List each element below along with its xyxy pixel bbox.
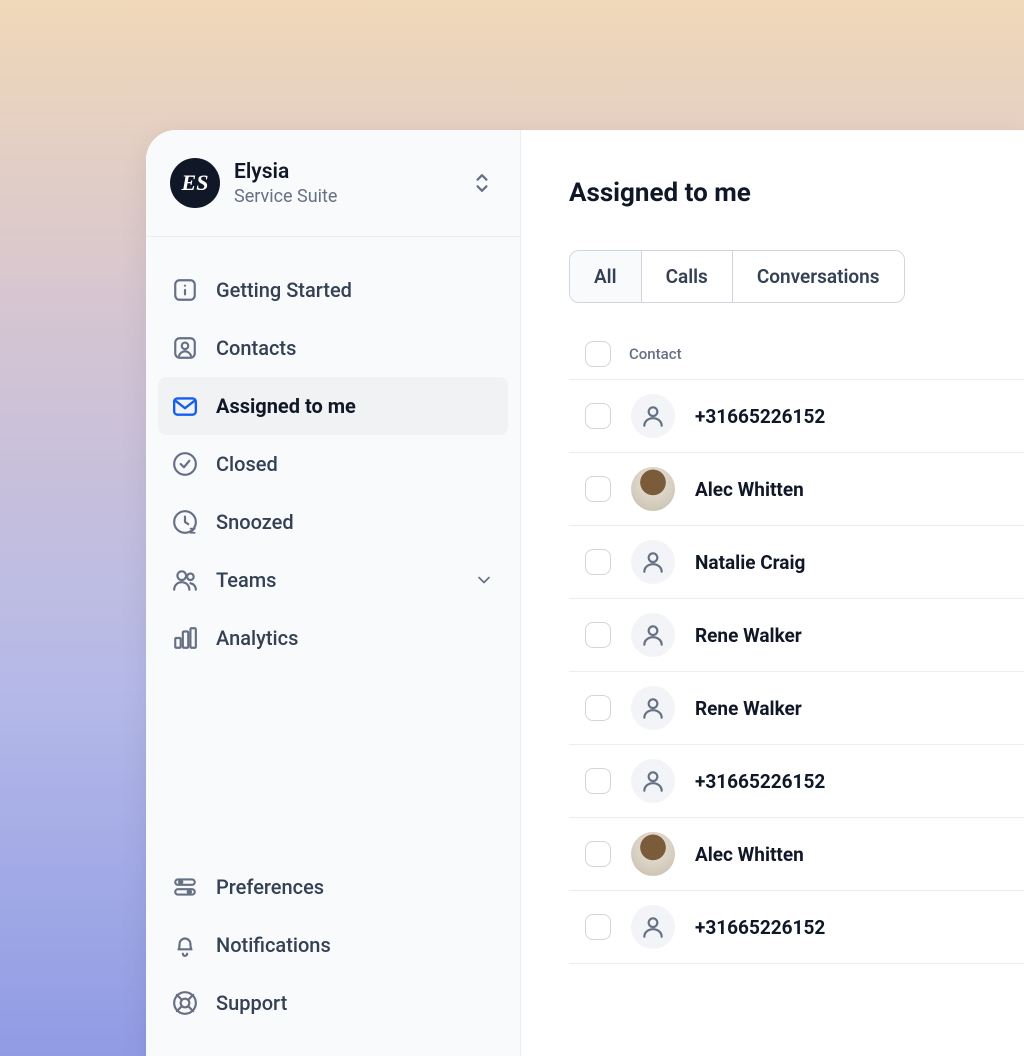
lifebuoy-icon (172, 990, 198, 1016)
user-icon (640, 622, 666, 648)
contact-name: Natalie Craig (695, 551, 805, 574)
row-checkbox[interactable] (585, 476, 611, 502)
sidebar-item-label: Snoozed (216, 510, 294, 534)
avatar-photo (631, 832, 675, 876)
workspace-switcher[interactable]: ES Elysia Service Suite (146, 130, 520, 237)
sidebar-item-notifications[interactable]: Notifications (158, 916, 508, 974)
workspace-meta: Elysia Service Suite (234, 160, 454, 207)
user-icon (640, 768, 666, 794)
sidebar-item-label: Assigned to me (216, 394, 356, 418)
check-circle-icon (172, 451, 198, 477)
table-row[interactable]: Alec Whitten (569, 818, 1024, 891)
sidebar-item-closed[interactable]: Closed (158, 435, 508, 493)
table-header-row: Contact (569, 329, 1024, 380)
column-header-contact: Contact (629, 345, 682, 363)
contact-name: Rene Walker (695, 697, 802, 720)
bell-icon (172, 932, 198, 958)
chevron-down-icon (474, 570, 494, 590)
table-row[interactable]: +31665226152 (569, 745, 1024, 818)
avatar-generic (631, 759, 675, 803)
sidebar-item-label: Closed (216, 452, 278, 476)
sidebar-item-preferences[interactable]: Preferences (158, 858, 508, 916)
sidebar-item-analytics[interactable]: Analytics (158, 609, 508, 667)
filter-tabs: All Calls Conversations (569, 250, 905, 303)
table-row[interactable]: +31665226152 (569, 891, 1024, 964)
sidebar-item-teams[interactable]: Teams (158, 551, 508, 609)
sidebar-item-snoozed[interactable]: Snoozed (158, 493, 508, 551)
bar-chart-icon (172, 625, 198, 651)
sidebar-item-label: Contacts (216, 336, 296, 360)
sidebar-item-label: Teams (216, 568, 276, 592)
sidebar-item-assigned-to-me[interactable]: Assigned to me (158, 377, 508, 435)
avatar-generic (631, 540, 675, 584)
contact-table-body: +31665226152 Alec Whitten Natalie Craig Ren… (569, 380, 1024, 964)
row-checkbox[interactable] (585, 549, 611, 575)
workspace-name: Elysia (234, 160, 454, 184)
users-icon (172, 567, 198, 593)
nav-main: Getting Started Contacts Assigned to me … (146, 237, 520, 667)
mail-icon (172, 393, 198, 419)
avatar-generic (631, 686, 675, 730)
contact-name: +31665226152 (695, 405, 825, 428)
avatar-generic (631, 905, 675, 949)
table-row[interactable]: Natalie Craig (569, 526, 1024, 599)
sidebar-item-label: Preferences (216, 875, 324, 899)
workspace-subtitle: Service Suite (234, 186, 454, 207)
row-checkbox[interactable] (585, 914, 611, 940)
sidebar-item-label: Notifications (216, 933, 331, 957)
contact-name: Alec Whitten (695, 478, 804, 501)
user-icon (640, 403, 666, 429)
sidebar: ES Elysia Service Suite Getting Started (146, 130, 521, 1056)
page-title: Assigned to me (569, 178, 1024, 208)
app-window: ES Elysia Service Suite Getting Started (146, 130, 1024, 1056)
contact-name: Rene Walker (695, 624, 802, 647)
contact-name: Alec Whitten (695, 843, 804, 866)
avatar-generic (631, 613, 675, 657)
row-checkbox[interactable] (585, 622, 611, 648)
info-icon (172, 277, 198, 303)
row-checkbox[interactable] (585, 841, 611, 867)
clock-snooze-icon (172, 509, 198, 535)
table-row[interactable]: Rene Walker (569, 599, 1024, 672)
row-checkbox[interactable] (585, 403, 611, 429)
user-icon (640, 914, 666, 940)
sidebar-item-support[interactable]: Support (158, 974, 508, 1032)
user-icon (640, 695, 666, 721)
contact-name: +31665226152 (695, 770, 825, 793)
sidebar-item-label: Getting Started (216, 278, 352, 302)
row-checkbox[interactable] (585, 768, 611, 794)
sidebar-item-label: Analytics (216, 626, 298, 650)
user-icon (640, 549, 666, 575)
contact-name: +31665226152 (695, 916, 825, 939)
tab-conversations[interactable]: Conversations (732, 251, 904, 302)
sliders-icon (172, 874, 198, 900)
sidebar-item-contacts[interactable]: Contacts (158, 319, 508, 377)
chevron-up-down-icon (468, 167, 496, 199)
table-row[interactable]: Alec Whitten (569, 453, 1024, 526)
tab-all[interactable]: All (570, 251, 641, 302)
avatar-photo (631, 467, 675, 511)
nav-bottom: Preferences Notifications Support (146, 858, 520, 1056)
tab-calls[interactable]: Calls (641, 251, 732, 302)
table-row[interactable]: +31665226152 (569, 380, 1024, 453)
user-square-icon (172, 335, 198, 361)
select-all-checkbox[interactable] (585, 341, 611, 367)
table-row[interactable]: Rene Walker (569, 672, 1024, 745)
main-content: Assigned to me All Calls Conversations C… (521, 130, 1024, 1056)
sidebar-item-getting-started[interactable]: Getting Started (158, 261, 508, 319)
sidebar-item-label: Support (216, 991, 287, 1015)
workspace-logo: ES (170, 158, 220, 208)
row-checkbox[interactable] (585, 695, 611, 721)
avatar-generic (631, 394, 675, 438)
